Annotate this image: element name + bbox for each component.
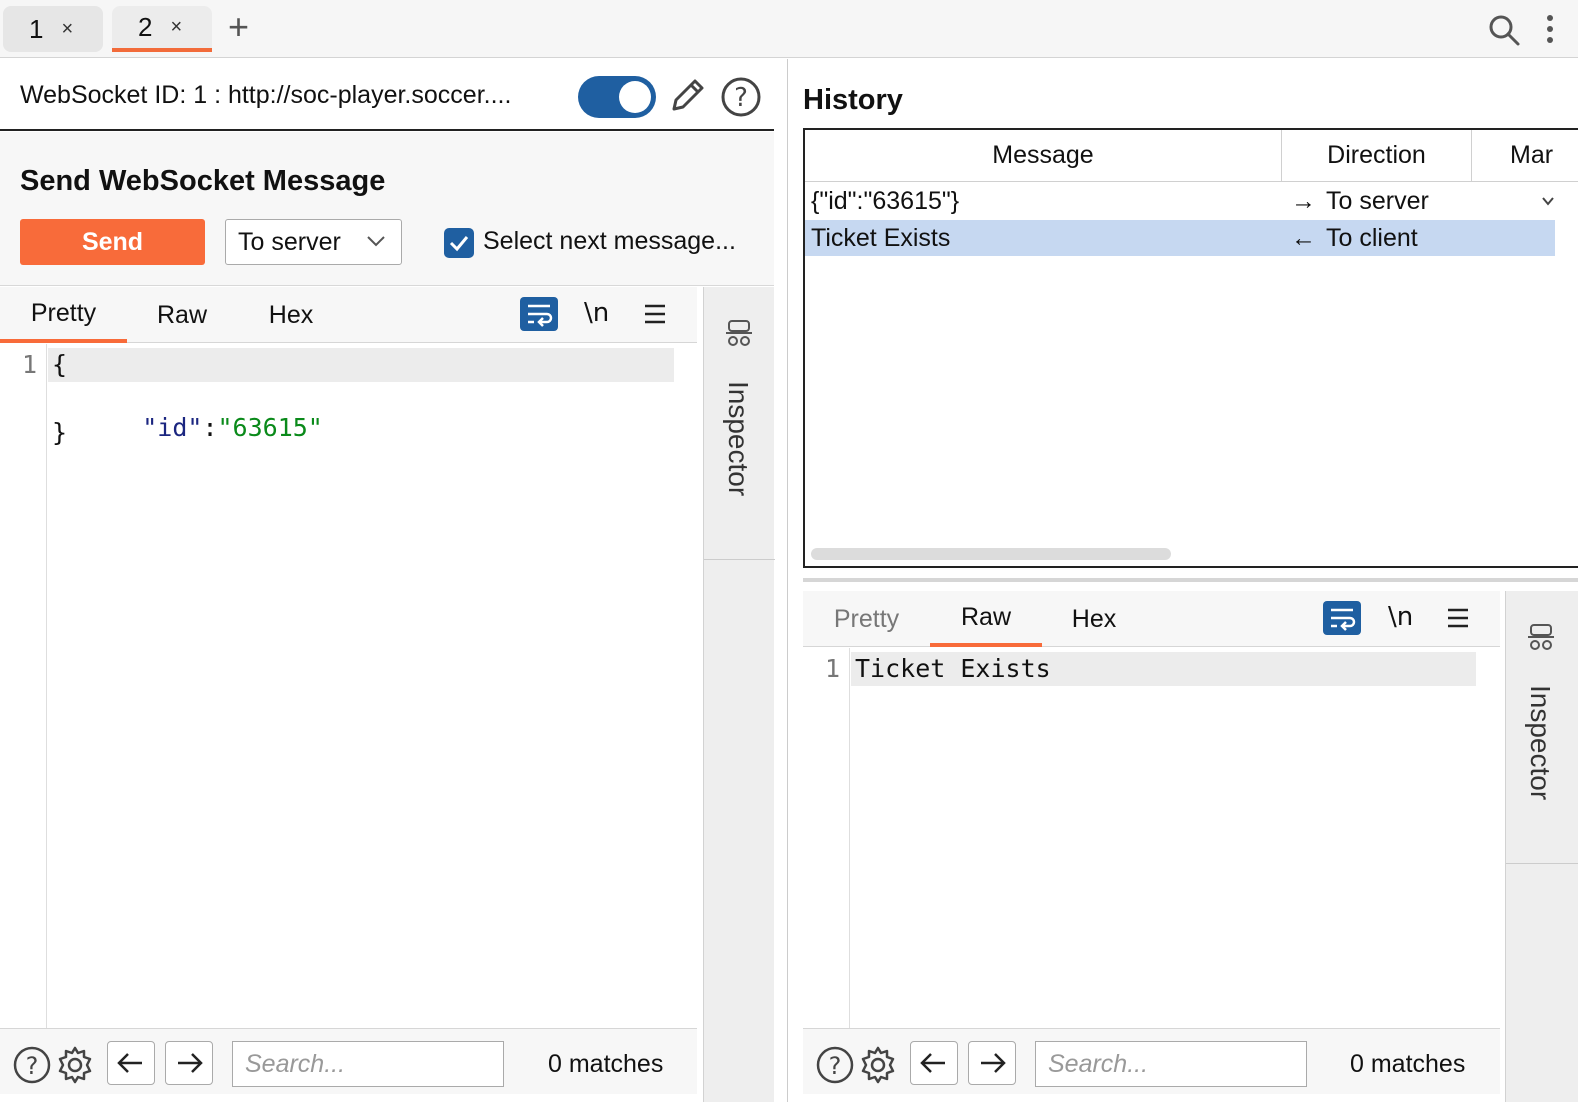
code-line: Ticket Exists xyxy=(855,654,1051,683)
arrow-left-icon: ← xyxy=(1291,223,1316,252)
json-colon: : xyxy=(202,413,218,442)
next-match-button[interactable] xyxy=(968,1041,1016,1085)
select-next-checkbox[interactable] xyxy=(444,228,474,258)
inspector-panel[interactable]: Inspector xyxy=(703,287,775,1102)
direction-select[interactable]: To server xyxy=(225,219,402,265)
tab-bar: 1 × 2 × + xyxy=(0,0,1578,58)
request-code-area[interactable]: { "id":"63615" } xyxy=(48,344,698,1028)
prev-match-button[interactable] xyxy=(107,1041,155,1085)
menu-icon[interactable] xyxy=(1446,607,1470,629)
tab-2[interactable]: 2 × xyxy=(112,6,212,52)
svg-text:?: ? xyxy=(734,83,748,113)
table-row[interactable]: Ticket Exists ← To client xyxy=(805,220,1555,256)
arrow-right-icon: → xyxy=(1291,186,1316,215)
websocket-id: WebSocket ID: 1 : http://soc-player.socc… xyxy=(20,81,512,109)
newline-toggle[interactable]: \n xyxy=(1388,602,1413,632)
inspector-label: Inspector xyxy=(1525,685,1556,801)
response-bottom-bar: ? Search... 0 matches xyxy=(803,1028,1500,1094)
svg-text:?: ? xyxy=(829,1052,842,1080)
table-row[interactable]: {"id":"63615"} → To server xyxy=(805,182,1555,220)
tab-raw[interactable]: Raw xyxy=(930,591,1042,647)
menu-icon[interactable] xyxy=(643,303,667,325)
match-count: 0 matches xyxy=(548,1050,664,1078)
column-direction[interactable]: Direction xyxy=(1282,130,1472,182)
send-button[interactable]: Send xyxy=(20,219,205,265)
select-next-label: Select next message... xyxy=(483,227,736,255)
help-icon[interactable]: ? xyxy=(815,1045,855,1085)
svg-text:?: ? xyxy=(26,1052,39,1080)
arrow-left-icon xyxy=(117,1053,142,1073)
history-table: Message Direction Mar {"id":"63615"} → T… xyxy=(803,128,1578,568)
help-icon[interactable]: ? xyxy=(12,1045,52,1085)
word-wrap-icon[interactable] xyxy=(520,297,558,331)
pencil-icon[interactable] xyxy=(666,75,708,117)
code-open-brace: { xyxy=(52,350,68,379)
check-icon xyxy=(449,236,469,252)
row-direction: To client xyxy=(1326,223,1418,252)
close-icon[interactable]: × xyxy=(61,18,73,41)
more-options-icon[interactable] xyxy=(1540,12,1560,48)
request-editor-tabs: Pretty Raw Hex \n xyxy=(0,287,697,343)
history-title: History xyxy=(803,84,903,116)
row-message: {"id":"63615"} xyxy=(811,186,960,215)
tab-label: 2 xyxy=(138,11,153,42)
column-mark[interactable]: Mar xyxy=(1472,130,1578,182)
send-section: Send WebSocket Message Send To server Se… xyxy=(0,132,774,286)
line-gutter: 1 xyxy=(0,344,47,1028)
pane-divider[interactable] xyxy=(787,59,788,1102)
tab-pretty[interactable]: Pretty xyxy=(803,591,930,647)
send-title: Send WebSocket Message xyxy=(20,165,386,197)
tab-hex[interactable]: Hex xyxy=(1042,591,1146,647)
direction-value: To server xyxy=(238,227,341,256)
line-gutter: 1 xyxy=(803,648,850,1028)
arrow-right-icon xyxy=(981,1053,1006,1073)
row-direction: To server xyxy=(1326,186,1429,215)
gear-icon[interactable] xyxy=(55,1045,95,1085)
search-icon[interactable] xyxy=(1486,12,1522,48)
gear-icon[interactable] xyxy=(858,1045,898,1085)
websocket-header: WebSocket ID: 1 : http://soc-player.socc… xyxy=(0,59,774,131)
inspector-icon xyxy=(1528,624,1554,650)
line-number: 1 xyxy=(22,350,38,379)
tab-label: 1 xyxy=(29,13,44,44)
search-input[interactable]: Search... xyxy=(232,1041,504,1087)
code-close-brace: } xyxy=(52,418,68,447)
add-tab-icon[interactable]: + xyxy=(228,6,249,48)
search-input[interactable]: Search... xyxy=(1035,1041,1307,1087)
chevron-down-icon xyxy=(367,236,385,247)
tab-raw[interactable]: Raw xyxy=(127,287,237,343)
tab-1[interactable]: 1 × xyxy=(3,6,103,52)
chevron-down-icon xyxy=(1542,197,1554,206)
response-code-area[interactable]: Ticket Exists xyxy=(851,648,1498,1028)
request-bottom-bar: ? Search... 0 matches xyxy=(0,1028,697,1094)
line-number: 1 xyxy=(825,654,841,683)
intercept-toggle[interactable] xyxy=(578,76,656,118)
next-match-button[interactable] xyxy=(165,1041,213,1085)
close-icon[interactable]: × xyxy=(170,16,182,39)
inspector-panel[interactable]: Inspector xyxy=(1505,591,1578,1102)
prev-match-button[interactable] xyxy=(910,1041,958,1085)
horizontal-scrollbar[interactable] xyxy=(811,548,1171,560)
match-count: 0 matches xyxy=(1350,1050,1466,1078)
history-splitter[interactable] xyxy=(803,578,1578,582)
arrow-left-icon xyxy=(920,1053,945,1073)
tab-hex[interactable]: Hex xyxy=(237,287,345,343)
column-message[interactable]: Message xyxy=(805,130,1282,182)
response-editor-tabs: Pretty Raw Hex \n xyxy=(803,591,1500,647)
json-value: "63615" xyxy=(217,413,323,442)
json-key: "id" xyxy=(142,413,203,442)
word-wrap-icon[interactable] xyxy=(1323,601,1361,635)
newline-toggle[interactable]: \n xyxy=(584,298,609,328)
row-message: Ticket Exists xyxy=(811,223,951,252)
inspector-label: Inspector xyxy=(723,381,754,497)
tab-pretty[interactable]: Pretty xyxy=(0,287,127,343)
help-icon[interactable]: ? xyxy=(720,76,762,118)
arrow-right-icon xyxy=(178,1053,203,1073)
inspector-icon xyxy=(726,320,752,346)
